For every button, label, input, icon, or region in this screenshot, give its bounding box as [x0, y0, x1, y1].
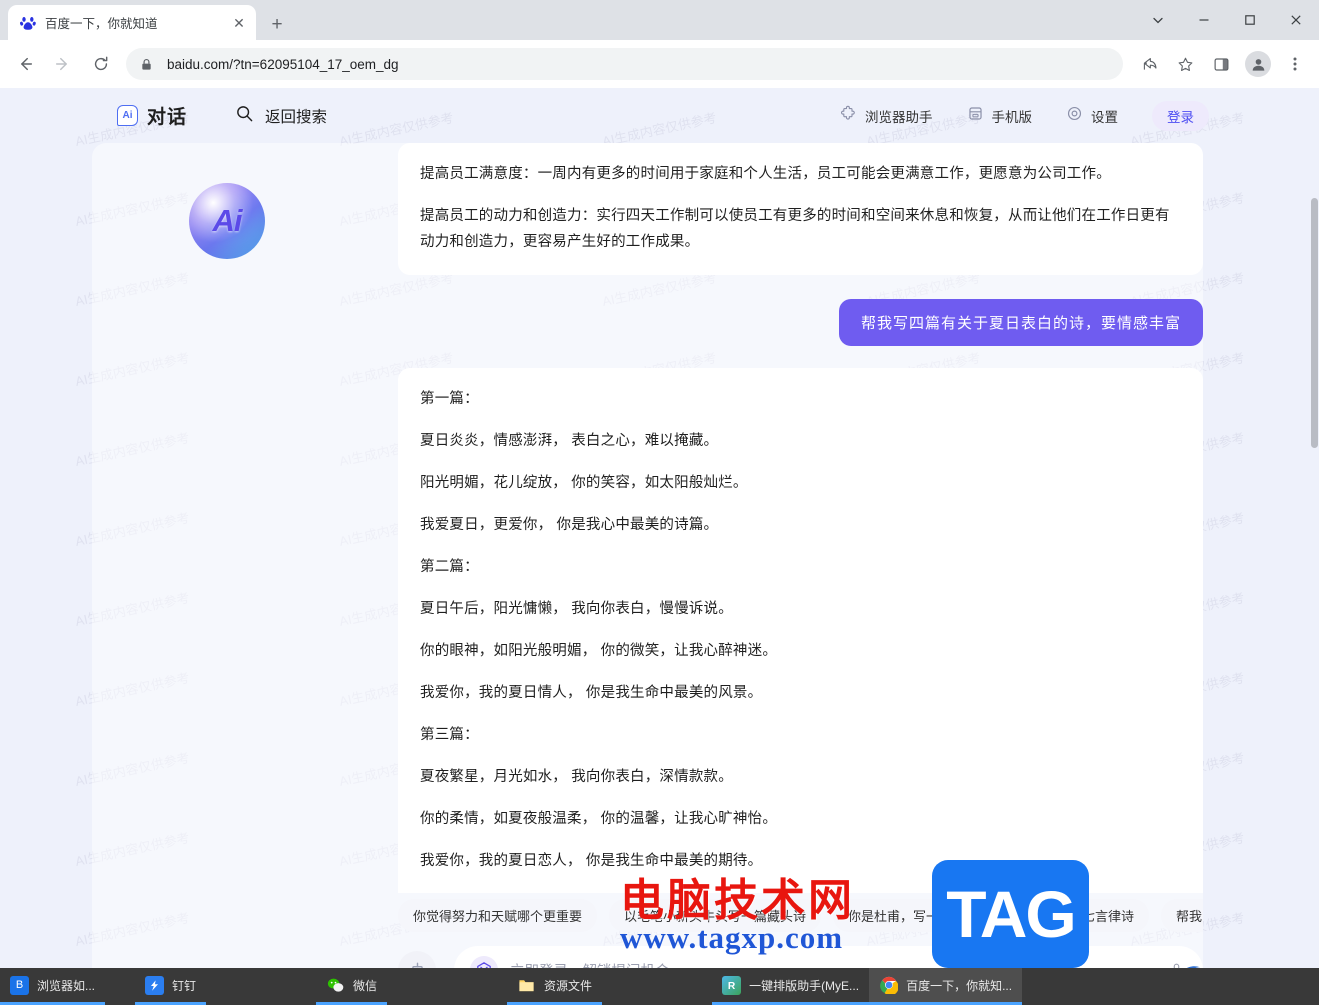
ai-badge-icon: Ai — [117, 105, 138, 126]
back-to-search-button[interactable]: 返回搜索 — [235, 104, 327, 128]
three-dots-icon[interactable] — [1280, 49, 1310, 79]
chat-input-placeholder: 立即登录，解锁提问机会 — [510, 960, 1165, 969]
browser-tab[interactable]: 百度一下，你就知道 ✕ — [8, 5, 256, 40]
address-bar[interactable]: baidu.com/?tn=62095104_17_oem_dg — [126, 48, 1123, 80]
message-paragraph: 第四篇： — [420, 890, 1181, 893]
broom-icon[interactable] — [398, 951, 436, 968]
mobile-version-button[interactable]: 手机版 — [967, 105, 1033, 127]
message-paragraph: 夏日午后，阳光慵懒， 我向你表白，慢慢诉说。 — [420, 601, 733, 617]
puzzle-piece-icon — [840, 105, 857, 127]
message-paragraph: 我爱夏日，更爱你， 你是我心中最美的诗篇。 — [420, 517, 719, 533]
tab-strip: 百度一下，你就知道 ✕ + — [0, 0, 1319, 40]
chat-input[interactable]: 立即登录，解锁提问机会 — [454, 946, 1203, 968]
taskbar: B 浏览器如... 钉钉 微信 资源文件 R 一键排版助手(MyE... 百度一… — [0, 968, 1319, 1005]
page-viewport: AI生成内容仅供参考 AI生成内容仅供参考 AI生成内容仅供参考 AI生成内容仅供参考… — [0, 88, 1319, 968]
login-button[interactable]: 登录 — [1152, 100, 1209, 131]
maximize-button[interactable] — [1227, 0, 1273, 40]
browser-toolbar: baidu.com/?tn=62095104_17_oem_dg — [0, 40, 1319, 88]
mobile-version-label: 手机版 — [991, 109, 1033, 125]
back-button[interactable] — [8, 47, 42, 81]
message-paragraph: 第二篇： — [420, 559, 479, 575]
svg-text:R: R — [728, 981, 736, 992]
taskbar-item[interactable]: 钉钉 — [135, 968, 207, 1005]
gear-icon — [1066, 105, 1083, 127]
minimize-down-icon[interactable] — [1135, 0, 1181, 40]
search-icon — [235, 104, 254, 128]
new-tab-button[interactable]: + — [264, 11, 290, 37]
star-icon[interactable] — [1170, 49, 1200, 79]
taskbar-item[interactable]: B 浏览器如... — [0, 968, 106, 1005]
taskbar-item-label: 百度一下，你就知... — [906, 978, 1013, 993]
message-thread[interactable]: 提高员工满意度：一周内有更多的时间用于家庭和个人生活，员工可能会更满意工作，更愿… — [398, 143, 1203, 893]
chat-panel: Ai 提高员工满意度：一周内有更多的时间用于家庭和个人生活，员工可能会更满意工作… — [92, 143, 1203, 968]
profile-icon[interactable] — [1245, 51, 1271, 77]
scrollbar-thumb[interactable] — [1311, 198, 1318, 448]
back-to-search-label: 返回搜索 — [265, 108, 328, 126]
browser-window: 百度一下，你就知道 ✕ + baidu.com/?tn=62095104_17_… — [0, 0, 1319, 968]
header-actions: 浏览器助手 手机版 设置 登录 — [806, 100, 1209, 131]
assistant-message: 提高员工满意度：一周内有更多的时间用于家庭和个人生活，员工可能会更满意工作，更愿… — [398, 143, 1203, 275]
suggestion-chip[interactable]: 以毛笔小新头牛头写一篇藏头诗 — [609, 898, 822, 932]
taskbar-item[interactable]: 资源文件 — [507, 968, 603, 1005]
brand-logo: Ai 对话 — [117, 102, 187, 129]
reload-button[interactable] — [84, 47, 118, 81]
message-paragraph: 夏日炎炎，情感澎湃， 表白之心，难以掩藏。 — [420, 433, 719, 449]
taskbar-item-label: 浏览器如... — [37, 978, 96, 993]
message-paragraph: 你的柔情，如夏夜般温柔， 你的温馨，让我心旷神怡。 — [420, 811, 778, 827]
forward-button[interactable] — [46, 47, 80, 81]
message-paragraph: 阳光明媚，花儿绽放， 你的笑容，如太阳般灿烂。 — [420, 475, 748, 491]
dingtalk-icon — [145, 975, 165, 995]
typeset-assistant-icon: R — [722, 975, 742, 995]
settings-label: 设置 — [1091, 109, 1118, 125]
hexagon-logo-icon — [470, 956, 498, 968]
message-paragraph: 提高员工满意度：一周内有更多的时间用于家庭和个人生活，员工可能会更满意工作，更愿… — [420, 166, 1111, 182]
settings-button[interactable]: 设置 — [1066, 105, 1118, 127]
message-paragraph: 第一篇： — [420, 391, 479, 407]
browser-icon: B — [10, 975, 29, 995]
suggestion-chip[interactable]: 你是杜甫，写一篇感慨快递小哥日夜辛劳七言律诗 — [833, 898, 1150, 932]
page-scrollbar[interactable] — [1310, 88, 1319, 968]
browser-assistant-button[interactable]: 浏览器助手 — [840, 105, 933, 127]
taskbar-item-label: 钉钉 — [172, 978, 197, 993]
browser-assistant-label: 浏览器助手 — [865, 109, 933, 125]
user-message: 帮我写四篇有关于夏日表白的诗，要情感丰富 — [838, 299, 1203, 346]
composer: 立即登录，解锁提问机会 — [398, 943, 1203, 968]
tab-title: 百度一下，你就知道 — [45, 17, 158, 31]
share-icon[interactable] — [1134, 49, 1164, 79]
taskbar-item-label: 一键排版助手(MyE... — [749, 978, 860, 993]
wechat-icon — [326, 976, 345, 995]
lock-icon — [140, 58, 156, 71]
page-title: 对话 — [147, 107, 188, 128]
baidu-paw-icon — [20, 15, 36, 31]
taskbar-item[interactable]: 微信 — [316, 968, 388, 1005]
close-window-button[interactable] — [1273, 0, 1319, 40]
url-text: baidu.com/?tn=62095104_17_oem_dg — [167, 56, 399, 72]
side-panel-icon[interactable] — [1206, 49, 1236, 79]
message-paragraph: 我爱你，我的夏日恋人， 你是我生命中最美的期待。 — [420, 853, 763, 869]
chrome-icon — [879, 976, 898, 995]
page-header: Ai 对话 返回搜索 浏览器助手 手机版 设置 登录 — [0, 88, 1319, 143]
taskbar-item-label: 资源文件 — [544, 978, 593, 993]
message-paragraph: 我爱你，我的夏日情人， 你是我生命中最美的风景。 — [420, 685, 763, 701]
suggestion-chip[interactable]: 帮我写 — [1161, 898, 1203, 932]
window-controls — [1135, 0, 1319, 40]
taskbar-item-active[interactable]: 百度一下，你就知... — [869, 968, 1023, 1005]
tab-close-icon[interactable]: ✕ — [230, 14, 248, 32]
suggestion-chips: 你觉得努力和天赋哪个更重要 以毛笔小新头牛头写一篇藏头诗 你是杜甫，写一篇感慨快… — [398, 895, 1203, 935]
taskbar-item[interactable]: R 一键排版助手(MyE... — [712, 968, 870, 1005]
ai-avatar-label: Ai — [212, 203, 243, 238]
toolbar-actions — [1131, 49, 1313, 79]
assistant-message: 第一篇： 夏日炎炎，情感澎湃， 表白之心，难以掩藏。 阳光明媚，花儿绽放， 你的… — [398, 368, 1203, 893]
suggestion-chip[interactable]: 你觉得努力和天赋哪个更重要 — [398, 898, 598, 932]
message-paragraph: 第三篇： — [420, 727, 479, 743]
message-paragraph: 提高员工的动力和创造力：实行四天工作制可以使员工有更多的时间和空间来休息和恢复，… — [420, 208, 1170, 250]
taskbar-item-label: 微信 — [353, 978, 378, 993]
user-message-row: 帮我写四篇有关于夏日表白的诗，要情感丰富 — [398, 299, 1203, 346]
message-paragraph: 夏夜繁星，月光如水， 我向你表白，深情款款。 — [420, 769, 733, 785]
minimize-button[interactable] — [1181, 0, 1227, 40]
ai-avatar: Ai — [189, 183, 265, 259]
folder-icon — [517, 976, 536, 995]
message-paragraph: 你的眼神，如阳光般明媚， 你的微笑，让我心醉神迷。 — [420, 643, 778, 659]
mobile-device-icon — [967, 105, 984, 127]
